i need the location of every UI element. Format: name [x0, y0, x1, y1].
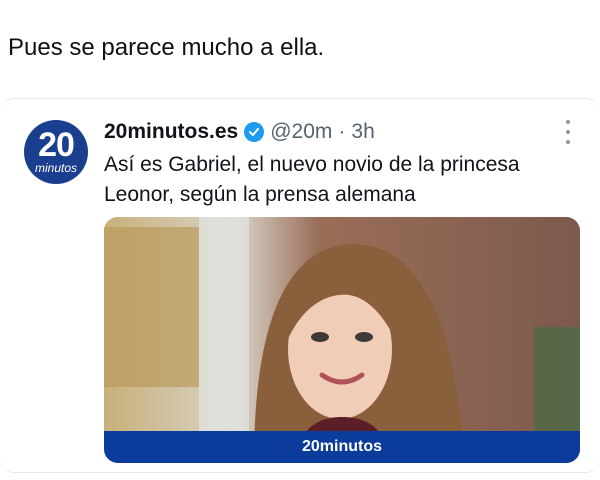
avatar-word: minutos	[34, 161, 78, 175]
verified-badge-icon	[244, 122, 265, 142]
display-name[interactable]: 20minutos.es	[104, 120, 238, 144]
photo-portrait	[104, 217, 580, 463]
avatar[interactable]: 20 minutos	[24, 120, 88, 184]
avatar-number: 20	[38, 126, 75, 164]
media-banner: 20minutos	[104, 431, 580, 463]
timestamp[interactable]: 3h	[351, 120, 374, 144]
header-separator: ·	[338, 120, 346, 143]
post-caption: Pues se parece mucho a ella.	[8, 34, 325, 61]
tweet-text: Así es Gabriel, el nuevo novio de la pri…	[104, 153, 520, 206]
media-banner-text: 20minutos	[301, 438, 382, 455]
tweet-header: 20minutos.es @20m · 3h	[104, 118, 375, 146]
more-options-icon[interactable]	[564, 120, 572, 144]
tweet-media-image[interactable]: 20minutos	[104, 217, 580, 463]
user-handle[interactable]: @20m	[270, 120, 332, 144]
